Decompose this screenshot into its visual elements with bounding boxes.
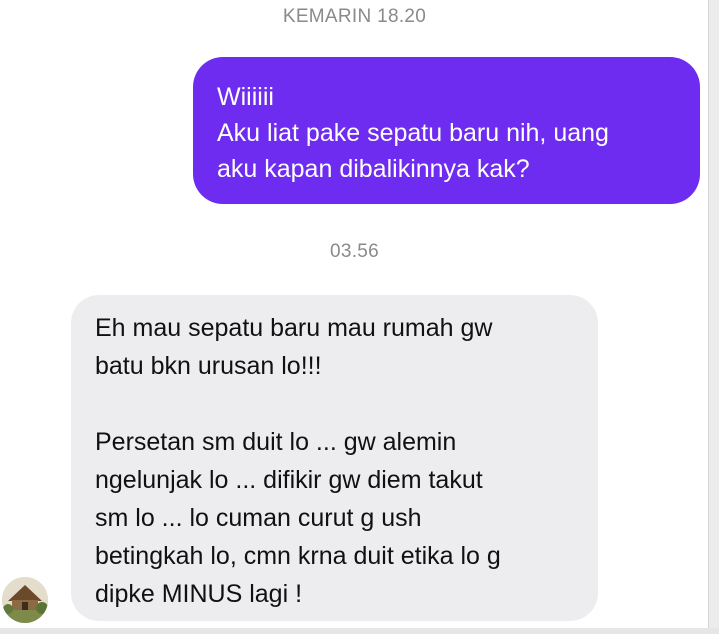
outgoing-message-bubble[interactable]: Wiiiiii Aku liat pake sepatu baru nih, u… [193,57,700,204]
message-line: Eh mau sepatu baru mau rumah gw [95,314,493,342]
window-bottom-edge [0,628,719,634]
message-line: betingkah lo, cmn krna duit etika lo g [95,542,501,570]
message-line: batu bkn urusan lo!!! [95,352,322,380]
incoming-message-bubble[interactable]: Eh mau sepatu baru mau rumah gw batu bkn… [71,295,598,621]
message-line: Wiiiiii [217,83,274,111]
avatar-picture [2,577,48,623]
message-line: Persetan sm duit lo ... gw alemin [95,428,457,456]
window-edge [708,0,719,634]
message-line: Aku liat pake sepatu baru nih, uang [217,119,609,147]
message-line: sm lo ... lo cuman curut g ush [95,504,422,532]
message-line: dipke MINUS lagi ! [95,580,303,608]
contact-avatar-icon[interactable] [2,577,48,623]
timestamp-time: 03.56 [329,241,380,262]
message-line: aku kapan dibalikinnya kak? [217,155,530,183]
message-line: ngelunjak lo ... difikir gw diem takut [95,466,483,494]
timestamp-yesterday: KEMARIN 18.20 [282,6,427,27]
